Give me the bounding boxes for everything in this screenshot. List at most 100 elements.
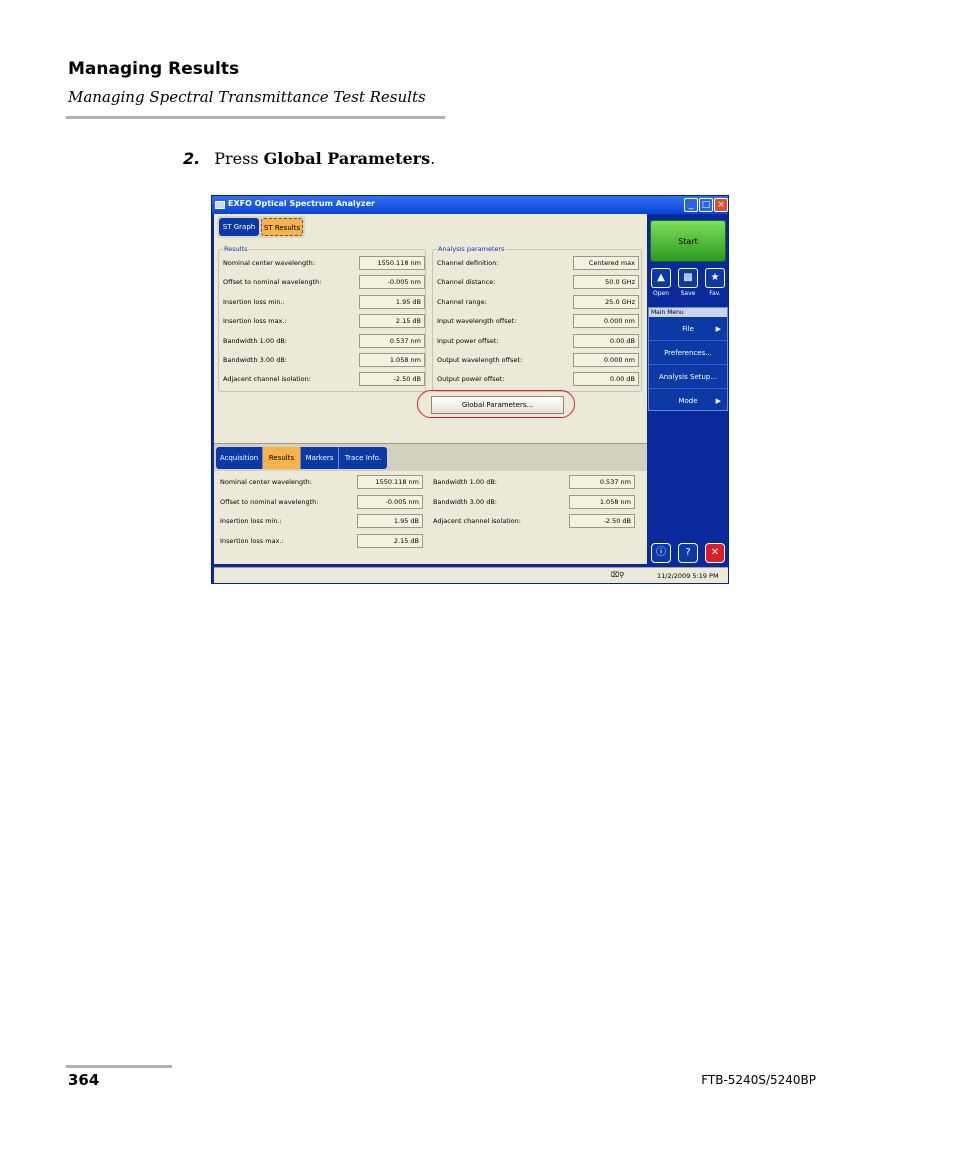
bottom-value: 0.537 nm <box>569 475 635 489</box>
analysis-value[interactable]: 0.000 nm <box>573 353 639 367</box>
bottom-tab-bar: Acquisition Results Markers Trace Info. <box>216 447 387 469</box>
tab-results[interactable]: Results <box>263 447 301 469</box>
help-icon[interactable]: ? <box>678 543 698 563</box>
analysis-value[interactable]: 0.000 nm <box>573 314 639 328</box>
result-row: Bandwidth 3.00 dB: 1.058 nm <box>223 353 425 367</box>
tab-st-graph[interactable]: ST Graph <box>219 218 259 236</box>
step-prefix: Press <box>214 149 264 168</box>
bottom-tab-strip: Acquisition Results Markers Trace Info. <box>214 443 647 471</box>
network-icon: ⌧⚲ <box>611 571 625 579</box>
step-instruction: 2. Press Global Parameters. <box>183 149 435 168</box>
title-bar[interactable]: EXFO Optical Spectrum Analyzer _ □ × <box>212 196 728 214</box>
result-label: Nominal center wavelength: <box>223 259 315 267</box>
result-row: Insertion loss min.: 1.95 dB <box>223 295 425 309</box>
menu-item-analysis-setup[interactable]: Analysis Setup... <box>649 365 727 389</box>
analysis-value[interactable]: 0.00 dB <box>573 334 639 348</box>
analysis-row: Output power offset: 0.00 dB <box>437 372 641 386</box>
tab-st-results[interactable]: ST Results <box>261 218 303 236</box>
analysis-row: Input power offset: 0.00 dB <box>437 334 641 348</box>
menu-item-mode[interactable]: Mode ▶ <box>649 389 727 413</box>
results-group-label: Results <box>223 245 249 253</box>
result-row: Offset to nominal wavelength: -0.005 nm <box>223 275 425 289</box>
bottom-value: -2.50 dB <box>569 514 635 528</box>
close-button[interactable]: × <box>714 198 728 212</box>
tab-acquisition[interactable]: Acquisition <box>216 447 263 469</box>
bottom-label: Adjacent channel isolation: <box>433 517 521 525</box>
result-value: 1.95 dB <box>359 295 425 309</box>
step-number: 2. <box>183 149 201 168</box>
analysis-group: Analysis parameters Channel definition: C… <box>432 245 642 392</box>
analysis-value[interactable]: Centered max <box>573 256 639 270</box>
step-bold-text: Global Parameters <box>263 149 431 168</box>
analysis-label: Channel range: <box>437 298 487 306</box>
analysis-row: Channel range: 25.0 GHz <box>437 295 641 309</box>
result-value: -2.50 dB <box>359 372 425 386</box>
open-folder-icon[interactable]: ▲ <box>651 268 671 288</box>
bottom-label: Insertion loss min.: <box>220 517 282 525</box>
app-icon <box>215 201 225 209</box>
bottom-row: Bandwidth 3.00 dB: 1.058 nm <box>433 495 638 509</box>
bottom-row: Insertion loss min.: 1.95 dB <box>220 514 425 528</box>
result-label: Offset to nominal wavelength: <box>223 278 322 286</box>
save-disk-icon[interactable]: ▩ <box>678 268 698 288</box>
maximize-button[interactable]: □ <box>699 198 713 212</box>
global-parameters-button[interactable]: Global Parameters... <box>431 396 564 414</box>
bottom-label: Bandwidth 1.00 dB: <box>433 478 497 486</box>
menu-mode-label: Mode <box>678 397 698 405</box>
arrow-right-icon: ▶ <box>715 325 721 333</box>
analysis-value[interactable]: 0.00 dB <box>573 372 639 386</box>
tab-markers[interactable]: Markers <box>301 447 339 469</box>
result-value: 1550.118 nm <box>359 256 425 270</box>
result-row: Insertion loss max.: 2.15 dB <box>223 314 425 328</box>
bottom-value: 1.95 dB <box>357 514 423 528</box>
page-number: 364 <box>68 1071 100 1089</box>
analysis-value[interactable]: 50.0 GHz <box>573 275 639 289</box>
status-time: 11/2/2009 5:19 PM <box>657 572 719 580</box>
menu-item-preferences[interactable]: Preferences... <box>649 341 727 365</box>
top-tab-bar: ST Graph ST Results <box>217 216 305 238</box>
start-button[interactable]: Start <box>650 220 726 262</box>
app-window: EXFO Optical Spectrum Analyzer _ □ × ST … <box>211 195 729 584</box>
product-model: FTB-5240S/5240BP <box>701 1073 816 1087</box>
info-icon[interactable]: ⓘ <box>651 543 671 563</box>
bottom-label: Nominal center wavelength: <box>220 478 312 486</box>
result-row: Adjacent channel isolation: -2.50 dB <box>223 372 425 386</box>
bottom-row: Adjacent channel isolation: -2.50 dB <box>433 514 638 528</box>
result-label: Bandwidth 3.00 dB: <box>223 356 287 364</box>
menu-file-label: File <box>682 325 694 333</box>
sidebar: Start ▲ ▩ ★ Open Save Fav. Main Menu Fil… <box>648 214 728 564</box>
tab-trace-info[interactable]: Trace Info. <box>339 447 387 469</box>
bottom-label: Insertion loss max.: <box>220 537 284 545</box>
analysis-label: Channel distance: <box>437 278 496 286</box>
results-group: Results Nominal center wavelength: 1550.1… <box>218 245 426 392</box>
bottom-value: 2.15 dB <box>357 534 423 548</box>
status-bar: ⌧⚲ 11/2/2009 5:19 PM <box>214 567 728 583</box>
minimize-button[interactable]: _ <box>684 198 698 212</box>
bottom-results-panel: Nominal center wavelength: 1550.118 nm Of… <box>218 473 644 563</box>
bottom-row: Offset to nominal wavelength: -0.005 nm <box>220 495 425 509</box>
exit-icon[interactable]: ✕ <box>705 543 725 563</box>
bottom-value: -0.005 nm <box>357 495 423 509</box>
result-label: Insertion loss max.: <box>223 317 287 325</box>
analysis-label: Output wavelength offset: <box>437 356 523 364</box>
analysis-value[interactable]: 25.0 GHz <box>573 295 639 309</box>
bottom-row: Nominal center wavelength: 1550.118 nm <box>220 475 425 489</box>
arrow-right-icon: ▶ <box>715 397 721 405</box>
step-suffix: . <box>430 149 436 168</box>
bottom-value: 1.058 nm <box>569 495 635 509</box>
result-label: Bandwidth 1.00 dB: <box>223 337 287 345</box>
fav-label: Fav. <box>709 290 721 297</box>
section-title: Managing Results <box>68 59 240 79</box>
menu-item-file[interactable]: File ▶ <box>649 317 727 341</box>
main-menu-title: Main Menu <box>649 308 727 317</box>
save-label: Save <box>680 290 696 297</box>
result-value: 1.058 nm <box>359 353 425 367</box>
main-menu: Main Menu File ▶ Preferences... Analysis … <box>648 307 728 411</box>
bottom-label: Bandwidth 3.00 dB: <box>433 498 497 506</box>
bottom-value: 1550.118 nm <box>357 475 423 489</box>
main-content: ST Graph ST Results Results Nominal cent… <box>214 214 647 564</box>
favorite-star-icon[interactable]: ★ <box>705 268 725 288</box>
analysis-label: Input power offset: <box>437 337 499 345</box>
analysis-row: Channel distance: 50.0 GHz <box>437 275 641 289</box>
menu-preferences-label: Preferences... <box>664 349 712 357</box>
